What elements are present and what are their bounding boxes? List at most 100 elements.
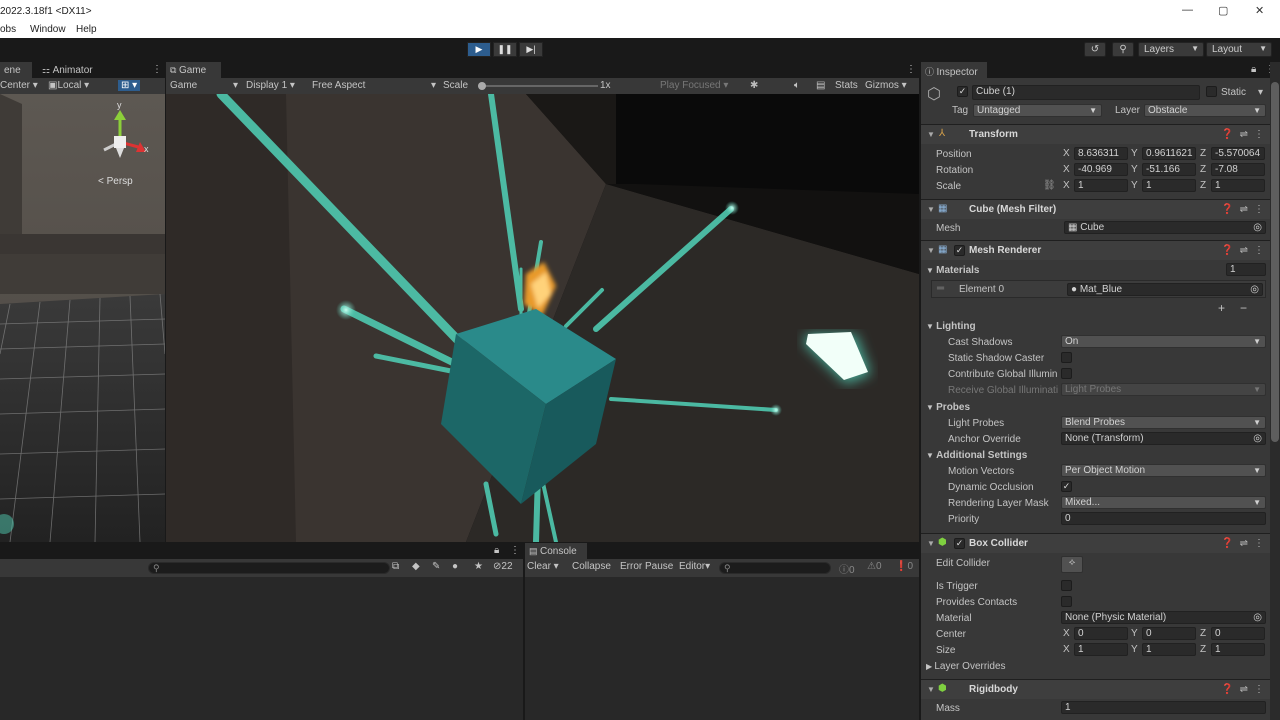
size-field[interactable]: 1 [1074,643,1128,656]
size-field[interactable]: 1 [1142,643,1196,656]
motion-vectors-dropdown[interactable]: Per Object Motion ▼ [1061,464,1266,477]
rigidbody-header[interactable]: ▼ ⬢ Rigidbody ❓⇌⋮ [921,679,1280,699]
object-name-field[interactable]: Cube (1) [972,85,1200,100]
object-picker-icon[interactable]: ◎ [1253,433,1262,444]
scale-field[interactable]: 1 [1074,179,1128,192]
active-checkbox[interactable]: ✓ [957,86,968,97]
orientation-gizmo[interactable]: y x [100,100,150,164]
remove-element-button[interactable]: − [1240,301,1247,315]
rendering-layer-mask-dropdown[interactable]: Mixed... ▼ [1061,496,1266,509]
clear-dropdown[interactable]: Clear ▾ [527,561,559,572]
filter-by-label-icon[interactable]: ◆ [412,561,420,572]
grid-snap-button[interactable]: ⊞ ▾ [118,80,141,91]
gizmos-dropdown[interactable]: Gizmos ▾ [865,80,907,91]
history-icon[interactable]: ↺ [1084,42,1106,57]
maximize-icon[interactable]: ▢ [1218,4,1228,17]
info-icon[interactable]: ● [452,561,458,572]
static-checkbox[interactable] [1206,86,1217,97]
component-actions[interactable]: ❓⇌⋮ [1221,684,1270,695]
stats-button[interactable]: Stats [835,80,858,91]
drag-handle-icon[interactable]: ═ [937,283,944,294]
priority-field[interactable]: 0 [1061,512,1266,525]
component-actions[interactable]: ❓⇌⋮ [1221,245,1270,256]
menu-item-help[interactable]: Help [76,24,97,35]
probes-foldout[interactable]: ▼ Probes [926,402,970,413]
scale-field[interactable]: 1 [1142,179,1196,192]
transform-header[interactable]: ▼ ⅄ Transform ❓⇌⋮ [921,124,1280,144]
mesh-renderer-header[interactable]: ▼ ▦ ✓ Mesh Renderer ❓⇌⋮ [921,240,1280,260]
tab-console[interactable]: ▤ Console [525,543,587,559]
scale-slider[interactable] [478,82,598,90]
mesh-field[interactable]: ▦ Cube ◎ [1064,221,1266,234]
mute-icon[interactable]: 🔈︎ [794,80,800,91]
lighting-foldout[interactable]: ▼ Lighting [926,321,976,332]
position-axis-label[interactable]: Z [1200,148,1206,159]
tab-scene[interactable]: ene [0,62,32,78]
mesh-renderer-enabled-checkbox[interactable]: ✓ [954,245,965,256]
rotation-field[interactable]: -51.166 [1142,163,1196,176]
material-field[interactable]: ● Mat_Blue ◎ [1067,283,1263,296]
pause-button[interactable]: ❚❚ [493,42,517,57]
mesh-filter-header[interactable]: ▼ ▦ Cube (Mesh Filter) ❓⇌⋮ [921,199,1280,219]
cast-shadows-dropdown[interactable]: On ▼ [1061,335,1266,348]
layer-dropdown[interactable]: Obstacle ▼ [1144,104,1266,117]
materials-foldout[interactable]: ▼ Materials [926,265,980,276]
collapse-button[interactable]: Collapse [572,561,611,572]
rotation-field[interactable]: -40.969 [1074,163,1128,176]
pivot-dropdown[interactable]: Center ▾ [0,80,38,91]
step-button[interactable]: ▶| [519,42,543,57]
editor-dropdown[interactable]: Editor▾ [679,561,710,572]
materials-count-field[interactable]: 1 [1226,263,1266,276]
rotation-field[interactable]: -7.08 [1211,163,1265,176]
scene-viewport[interactable]: y x < Persp [0,94,165,542]
rotation-axis-label[interactable]: Y [1131,164,1138,175]
position-axis-label[interactable]: X [1063,148,1070,159]
rotation-axis-label[interactable]: Z [1200,164,1206,175]
layer-overrides-foldout[interactable]: ▶ Layer Overrides [926,661,1006,672]
center-axis-label[interactable]: Z [1200,628,1206,639]
object-picker-icon[interactable]: ◎ [1253,612,1262,623]
tag-icon[interactable]: ✎ [432,561,440,572]
size-axis-label[interactable]: X [1063,644,1070,655]
component-actions[interactable]: ❓⇌⋮ [1221,204,1270,215]
log-toggle[interactable]: ⓘ0 [839,561,855,576]
console-search-input[interactable]: ⚲ [719,562,831,574]
error-toggle[interactable]: ❗0 [895,561,913,572]
filter-by-type-icon[interactable]: ⧉ [392,561,399,572]
position-axis-label[interactable]: Y [1131,148,1138,159]
stats-icon[interactable]: ▤ [816,80,825,91]
size-axis-label[interactable]: Y [1131,644,1138,655]
position-field[interactable]: 8.636311 [1074,147,1128,160]
anchor-override-field[interactable]: None (Transform) ◎ [1061,432,1266,445]
object-picker-icon[interactable]: ◎ [1250,284,1259,295]
component-actions[interactable]: ❓⇌⋮ [1221,129,1270,140]
position-field[interactable]: 0.9611621 [1142,147,1196,160]
space-dropdown[interactable]: ▣Local ▾ [48,80,89,91]
center-field[interactable]: 0 [1142,627,1196,640]
scale-axis-label[interactable]: Z [1200,180,1206,191]
component-actions[interactable]: ❓⇌⋮ [1221,538,1270,549]
warning-toggle[interactable]: ⚠0 [867,561,882,572]
lock-icon[interactable]: 🔒︎ [494,545,499,556]
panel-menu-icon[interactable]: ⋮ [906,64,916,75]
chevron-down-icon[interactable]: ▾ [1258,87,1263,98]
inspector-scrollbar-thumb[interactable] [1271,82,1279,442]
tab-animator[interactable]: ⚏ Animator [38,62,108,78]
tab-game[interactable]: ⧉ Game [166,62,221,78]
collider-material-field[interactable]: None (Physic Material) ◎ [1061,611,1266,624]
static-shadow-checkbox[interactable] [1061,352,1072,363]
layers-dropdown[interactable]: Layers ▼ [1138,42,1204,57]
search-icon[interactable]: ⚲ [1112,42,1134,57]
close-icon[interactable]: ✕ [1255,4,1264,17]
error-pause-button[interactable]: Error Pause [620,561,673,572]
persp-label[interactable]: < Persp [98,176,133,187]
link-icon[interactable]: ⛓ [1043,180,1056,191]
display-dropdown[interactable]: Display 1 ▾ [246,80,295,91]
tab-inspector[interactable]: ⓘ Inspector [921,62,987,78]
game-view-dropdown[interactable]: Game ▾ [170,80,238,91]
center-field[interactable]: 0 [1211,627,1265,640]
rotation-axis-label[interactable]: X [1063,164,1070,175]
inspector-scrollbar[interactable] [1270,62,1280,720]
bug-icon[interactable]: ✱ [750,80,758,91]
panel-menu-icon[interactable]: ⋮ [152,64,162,75]
